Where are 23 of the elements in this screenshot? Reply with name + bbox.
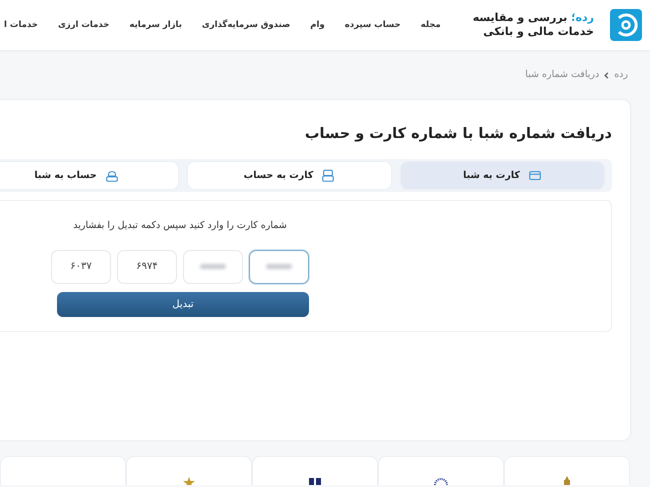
logo-text[interactable]: رده؛ بررسی و مقایسه خدمات مالی و بانکی [472,11,594,39]
chevron-icon [603,72,610,78]
cards-icon [321,168,336,183]
card-number-field[interactable] [249,250,309,284]
card-number-field[interactable]: ۶۹۷۴ [117,250,177,284]
card-number-field[interactable]: ۶۰۳۷ [51,250,111,284]
nav-link[interactable]: وام [310,18,325,32]
blurred-digits [200,264,226,270]
tab[interactable]: کارت به حساب [188,162,391,190]
tab[interactable]: کارت به شبا [401,162,604,190]
logo-icon[interactable] [610,9,642,41]
nav-link[interactable]: مجله [420,18,441,32]
blurred-digits [266,264,292,270]
nav-link[interactable]: صندوق سرمایه‌گذاری [202,18,290,32]
card-icon [528,168,542,183]
instruction-text: شماره کارت را وارد کنید سپس دکمه تبدیل را بفشارید [72,219,288,234]
tab[interactable]: حساب به شبا [0,162,178,190]
nav-link[interactable]: خدمات ا [4,18,38,32]
convert-button[interactable]: تبدیل [57,292,309,317]
nav-link[interactable]: خدمات ارزی [58,18,110,32]
nav-link[interactable]: بازار سرمایه [129,18,182,32]
page-title: دریافت شماره شبا با شماره کارت و حساب [304,126,612,144]
nav-link[interactable]: حساب سپرده [344,18,401,32]
